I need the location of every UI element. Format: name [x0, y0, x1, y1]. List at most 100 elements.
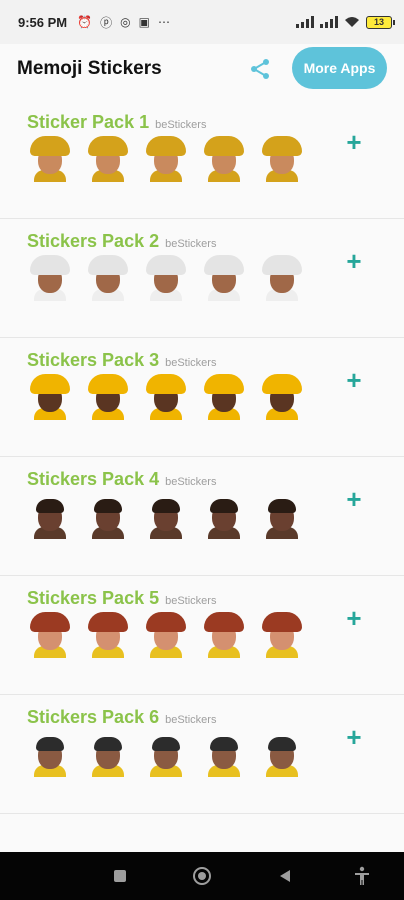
- memoji-sticker-image: [86, 374, 130, 420]
- pack-publisher: beStickers: [165, 357, 217, 369]
- memoji-sticker-image: [202, 731, 246, 777]
- sticker-pack-row[interactable]: Stickers Pack 4 beStickers +: [0, 457, 404, 576]
- pack-title: Stickers Pack 4 beStickers: [27, 469, 216, 490]
- sticker-pack-list: Sticker Pack 1 beStickers + Stickers Pack 2…: [0, 100, 404, 814]
- add-pack-button[interactable]: +: [342, 127, 366, 157]
- plus-icon: +: [346, 365, 362, 395]
- home-button[interactable]: [192, 866, 212, 886]
- accessibility-button[interactable]: [352, 866, 372, 886]
- pack-name: Sticker Pack 1: [27, 112, 150, 132]
- memoji-sticker-image: [28, 255, 72, 301]
- share-button[interactable]: [246, 55, 274, 83]
- plus-icon: +: [346, 603, 362, 633]
- memoji-sticker-image: [260, 612, 304, 658]
- battery-icon: 13: [366, 15, 395, 29]
- add-pack-button[interactable]: +: [342, 603, 366, 633]
- accessibility-icon: [355, 866, 369, 885]
- signal-2-icon: [320, 16, 338, 28]
- home-circle-icon: [193, 867, 211, 885]
- memoji-sticker-image: [28, 493, 72, 539]
- memoji-sticker-image: [202, 255, 246, 301]
- pack-publisher: beStickers: [165, 476, 217, 488]
- recents-square-icon: [114, 870, 126, 882]
- app-bar: Memoji Stickers More Apps: [0, 44, 404, 94]
- memoji-sticker-image: [144, 493, 188, 539]
- pack-publisher: beStickers: [165, 595, 217, 607]
- pack-title: Sticker Pack 1 beStickers: [27, 112, 206, 133]
- add-pack-button[interactable]: +: [342, 722, 366, 752]
- pack-publisher: beStickers: [165, 238, 217, 250]
- pack-name: Stickers Pack 3: [27, 350, 160, 370]
- plus-icon: +: [346, 484, 362, 514]
- memoji-sticker-image: [28, 374, 72, 420]
- status-time: 9:56 PM: [18, 14, 68, 30]
- sticker-previews: [28, 493, 304, 539]
- sticker-pack-row[interactable]: Stickers Pack 5 beStickers +: [0, 576, 404, 695]
- instagram-icon: ◎: [120, 15, 131, 29]
- add-pack-button[interactable]: +: [342, 246, 366, 276]
- memoji-sticker-image: [260, 136, 304, 182]
- notification-icons: ⏰ ⓟ ◎ ▣ ⋯: [77, 14, 170, 31]
- pack-publisher: beStickers: [155, 119, 207, 131]
- gallery-icon: ▣: [138, 15, 150, 29]
- memoji-sticker-image: [260, 493, 304, 539]
- recents-button[interactable]: [110, 866, 130, 886]
- back-triangle-icon: [280, 870, 290, 882]
- memoji-sticker-image: [144, 136, 188, 182]
- memoji-sticker-image: [28, 136, 72, 182]
- pinterest-icon: ⓟ: [100, 15, 113, 30]
- more-dots-icon: ⋯: [157, 15, 170, 29]
- add-pack-button[interactable]: +: [342, 484, 366, 514]
- memoji-sticker-image: [86, 255, 130, 301]
- app-title: Memoji Stickers: [17, 58, 162, 79]
- memoji-sticker-image: [202, 493, 246, 539]
- share-icon: [251, 59, 269, 79]
- wifi-icon: [345, 17, 359, 27]
- sticker-previews: [28, 612, 304, 658]
- sticker-previews: [28, 374, 304, 420]
- memoji-sticker-image: [144, 374, 188, 420]
- add-pack-button[interactable]: +: [342, 365, 366, 395]
- pack-title: Stickers Pack 6 beStickers: [27, 707, 216, 728]
- memoji-sticker-image: [28, 612, 72, 658]
- memoji-sticker-image: [144, 612, 188, 658]
- pack-name: Stickers Pack 6: [27, 707, 160, 727]
- pack-title: Stickers Pack 2 beStickers: [27, 231, 216, 252]
- pack-name: Stickers Pack 5: [27, 588, 160, 608]
- memoji-sticker-image: [202, 612, 246, 658]
- sticker-previews: [28, 255, 304, 301]
- pack-title: Stickers Pack 3 beStickers: [27, 350, 216, 371]
- memoji-sticker-image: [260, 374, 304, 420]
- memoji-sticker-image: [144, 255, 188, 301]
- plus-icon: +: [346, 722, 362, 752]
- sticker-pack-row[interactable]: Stickers Pack 6 beStickers +: [0, 695, 404, 814]
- pack-name: Stickers Pack 2: [27, 231, 160, 251]
- more-apps-button[interactable]: More Apps: [292, 47, 387, 89]
- signal-icon: [296, 16, 314, 28]
- sticker-previews: [28, 136, 304, 182]
- memoji-sticker-image: [260, 255, 304, 301]
- pack-title: Stickers Pack 5 beStickers: [27, 588, 216, 609]
- plus-icon: +: [346, 246, 362, 276]
- memoji-sticker-image: [144, 731, 188, 777]
- pack-publisher: beStickers: [165, 714, 217, 726]
- memoji-sticker-image: [86, 612, 130, 658]
- pack-name: Stickers Pack 4: [27, 469, 160, 489]
- memoji-sticker-image: [28, 731, 72, 777]
- alarm-icon: ⏰: [77, 15, 93, 29]
- memoji-sticker-image: [86, 493, 130, 539]
- status-bar: 9:56 PM ⏰ ⓟ ◎ ▣ ⋯ 13: [0, 0, 404, 44]
- memoji-sticker-image: [86, 136, 130, 182]
- navigation-bar: [0, 852, 404, 900]
- sticker-pack-row[interactable]: Stickers Pack 2 beStickers +: [0, 219, 404, 338]
- back-button[interactable]: [275, 866, 295, 886]
- memoji-sticker-image: [202, 374, 246, 420]
- memoji-sticker-image: [260, 731, 304, 777]
- sticker-pack-row[interactable]: Sticker Pack 1 beStickers +: [0, 100, 404, 219]
- battery-level: 13: [373, 17, 384, 27]
- sticker-pack-row[interactable]: Stickers Pack 3 beStickers +: [0, 338, 404, 457]
- plus-icon: +: [346, 127, 362, 157]
- memoji-sticker-image: [202, 136, 246, 182]
- system-icons: 13: [296, 15, 395, 29]
- sticker-previews: [28, 731, 304, 777]
